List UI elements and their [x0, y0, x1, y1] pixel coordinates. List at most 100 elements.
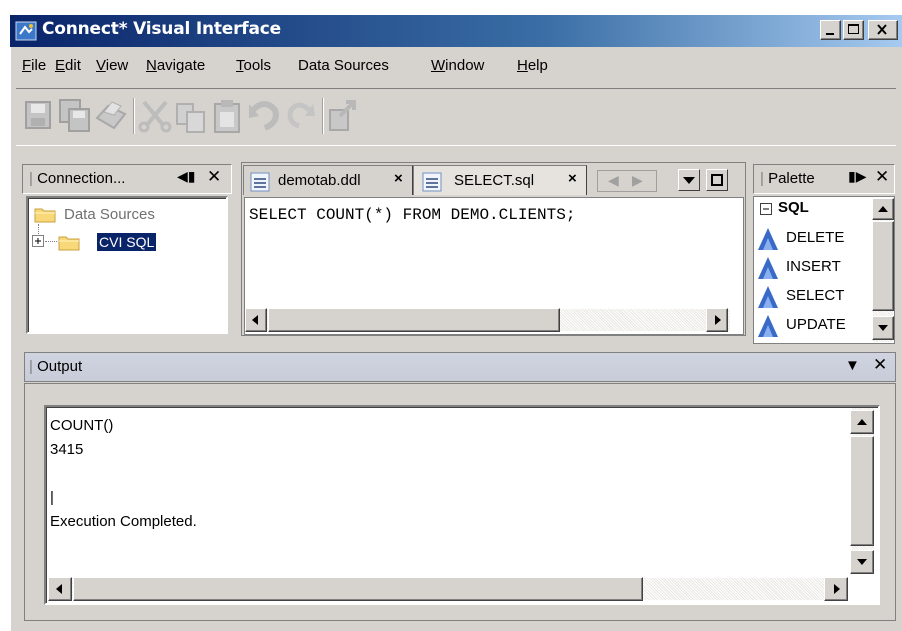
- palette-item-label: DELETE: [786, 229, 845, 246]
- collapse-icon[interactable]: [760, 203, 772, 215]
- tab-label: SELECT.sql: [454, 172, 535, 189]
- tab-scroll-right-icon[interactable]: ▶: [632, 172, 643, 189]
- menu-edit-mnemonic: E: [55, 57, 66, 74]
- sql-statement-icon: [758, 257, 778, 279]
- panel-grip: |: [29, 170, 33, 187]
- menu-window[interactable]: Window: [431, 57, 484, 74]
- arrow-right-icon: [715, 315, 721, 325]
- sql-statement-icon: [758, 228, 778, 250]
- undo-icon[interactable]: [247, 96, 281, 136]
- close-button[interactable]: [868, 20, 898, 40]
- menu-tools-mnemonic: T: [236, 57, 244, 74]
- close-panel-icon[interactable]: ✕: [873, 355, 887, 375]
- minimize-panel-icon[interactable]: ◀▮: [177, 168, 195, 185]
- file-icon: [422, 172, 442, 195]
- menu-navigate[interactable]: Navigate: [146, 57, 205, 74]
- tab-label: demotab.ddl: [278, 172, 361, 189]
- palette-item-delete[interactable]: DELETE: [756, 226, 844, 252]
- maximize-button[interactable]: [843, 20, 864, 40]
- tab-close-icon[interactable]: ×: [568, 170, 577, 187]
- scroll-right-button[interactable]: [824, 577, 848, 601]
- sql-statement-icon: [758, 315, 778, 337]
- print-icon[interactable]: [94, 96, 128, 136]
- close-panel-icon[interactable]: ✕: [875, 167, 889, 187]
- arrow-left-icon: [252, 315, 258, 325]
- scroll-thumb[interactable]: [73, 577, 643, 601]
- menu-tools[interactable]: Tools: [236, 57, 271, 74]
- copy-icon[interactable]: [174, 96, 208, 136]
- tab-demotab[interactable]: demotab.ddl ×: [243, 165, 413, 195]
- output-line: 3415: [50, 441, 84, 458]
- palette-item-label: INSERT: [786, 258, 841, 275]
- palette-items: DELETE INSERT SELECT UPDATE: [756, 226, 872, 340]
- scroll-right-button[interactable]: [706, 308, 728, 332]
- output-text: COUNT() 3415 | Execution Completed.: [50, 414, 197, 534]
- menu-view[interactable]: View: [96, 57, 128, 74]
- output-console[interactable]: COUNT() 3415 | Execution Completed.: [44, 405, 880, 605]
- minimize-icon: [826, 33, 834, 35]
- menu-view-mnemonic: V: [96, 57, 106, 74]
- scroll-up-button[interactable]: [872, 198, 894, 220]
- scroll-left-button[interactable]: [48, 577, 72, 601]
- panel-grip: |: [29, 358, 33, 375]
- tree-item-selected[interactable]: CVI SQL: [97, 233, 157, 251]
- menu-edit-label: dit: [65, 57, 81, 74]
- app-icon[interactable]: [15, 21, 37, 41]
- redo-icon[interactable]: [283, 96, 317, 136]
- tree-line: [38, 224, 39, 234]
- scroll-left-button[interactable]: [245, 308, 267, 332]
- output-line: Execution Completed.: [50, 513, 197, 530]
- scroll-thumb[interactable]: [850, 436, 874, 546]
- menu-window-label: indow: [445, 57, 485, 74]
- scroll-thumb[interactable]: [872, 221, 894, 311]
- menu-help-mnemonic: H: [517, 57, 528, 74]
- arrow-up-icon: [857, 419, 867, 425]
- connections-panel-header[interactable]: | Connection... ◀▮ ✕: [22, 164, 232, 194]
- menu-file-label: ile: [31, 57, 47, 74]
- maximize-editor-button[interactable]: [706, 169, 728, 191]
- cut-icon[interactable]: [138, 96, 172, 136]
- menu-data-sources[interactable]: Data Sources: [298, 57, 389, 74]
- tab-close-icon[interactable]: ×: [394, 170, 403, 187]
- tab-select-sql[interactable]: SELECT.sql ×: [413, 165, 587, 195]
- menu-help[interactable]: Help: [517, 57, 548, 74]
- minimize-button[interactable]: [820, 20, 841, 40]
- menu-edit[interactable]: Edit: [55, 57, 81, 74]
- menu-file-mnemonic: F: [22, 57, 32, 74]
- panel-menu-icon[interactable]: ▼: [845, 357, 860, 374]
- file-icon: [250, 172, 270, 195]
- menu-file[interactable]: File: [22, 57, 46, 74]
- menu-navigate-mnemonic: N: [146, 57, 157, 74]
- palette-item-insert[interactable]: INSERT: [756, 255, 841, 281]
- export-icon[interactable]: [326, 96, 360, 136]
- expand-icon[interactable]: [32, 235, 44, 247]
- tab-list-button[interactable]: [678, 169, 700, 191]
- scroll-thumb[interactable]: [268, 308, 560, 332]
- window-title: Connect* Visual Interface: [42, 19, 281, 39]
- output-panel-title: | Output: [29, 358, 82, 375]
- sql-text: SELECT COUNT(*) FROM DEMO.CLIENTS;: [249, 206, 576, 224]
- menu-tools-label: ools: [243, 57, 272, 74]
- scroll-down-button[interactable]: [850, 550, 874, 574]
- scroll-up-button[interactable]: [850, 410, 874, 434]
- save-all-icon[interactable]: [58, 96, 92, 136]
- toolbar-separator: [322, 98, 324, 134]
- sql-statement-icon: [758, 286, 778, 308]
- palette-item-label: SELECT: [786, 287, 845, 304]
- arrow-down-icon: [857, 559, 867, 565]
- paste-icon[interactable]: [210, 96, 244, 136]
- menu-help-label: elp: [527, 57, 548, 74]
- tree-root-label[interactable]: Data Sources: [64, 206, 155, 223]
- arrow-right-icon: [834, 584, 840, 594]
- palette-item-select[interactable]: SELECT: [756, 284, 844, 310]
- tab-scroll-left-icon[interactable]: ◀: [608, 172, 619, 189]
- scroll-down-button[interactable]: [872, 316, 894, 340]
- connections-panel-title: | Connection...: [29, 170, 125, 187]
- minimize-panel-icon[interactable]: ▮▶: [848, 168, 866, 185]
- save-icon[interactable]: [22, 96, 56, 136]
- palette-item-update[interactable]: UPDATE: [756, 313, 846, 339]
- output-panel-header[interactable]: | Output ▼ ✕: [24, 352, 896, 382]
- close-panel-icon[interactable]: ✕: [207, 167, 221, 187]
- close-icon: [877, 24, 887, 35]
- palette-panel-header[interactable]: | Palette ▮▶ ✕: [753, 164, 895, 194]
